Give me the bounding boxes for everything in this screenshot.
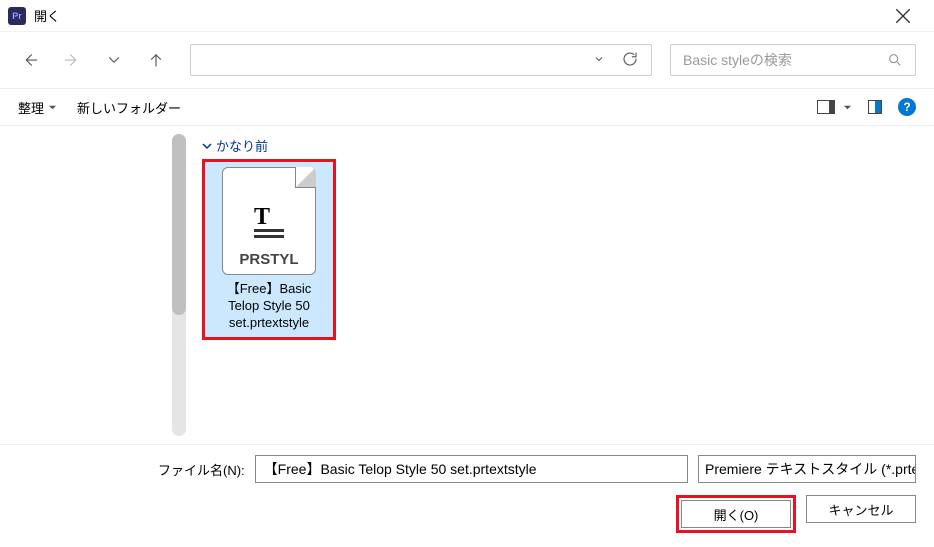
toolbar: 整理 新しいフォルダー ? <box>0 88 934 126</box>
chevron-down-icon <box>593 53 605 65</box>
text-style-icon: T <box>254 205 284 238</box>
caret-down-icon <box>843 103 852 112</box>
refresh-icon <box>621 50 639 68</box>
filename-input[interactable] <box>255 455 688 483</box>
chevron-down-icon <box>105 51 123 69</box>
new-folder-label: 新しいフォルダー <box>77 98 181 117</box>
chevron-down-icon <box>202 141 212 151</box>
search-box[interactable] <box>670 44 916 76</box>
nav-tree-panel[interactable] <box>0 126 172 444</box>
refresh-button[interactable] <box>617 50 643 71</box>
caret-down-icon <box>48 103 57 112</box>
preview-pane-button[interactable] <box>868 100 882 114</box>
preview-pane-icon <box>868 100 882 114</box>
cancel-button[interactable]: キャンセル <box>806 495 916 523</box>
up-button[interactable] <box>144 48 168 72</box>
nav-scrollbar[interactable] <box>172 134 186 436</box>
file-item-selected[interactable]: T PRSTYL 【Free】Basic Telop Style 50 set.… <box>202 159 336 340</box>
arrow-up-icon <box>147 51 165 69</box>
file-list-area[interactable]: かなり前 T PRSTYL 【Free】Basic Telop Style 50… <box>186 126 934 444</box>
organize-label: 整理 <box>18 98 44 117</box>
file-ext-label: PRSTYL <box>239 251 298 268</box>
address-dropdown[interactable] <box>593 52 605 68</box>
group-label: かなり前 <box>216 136 268 155</box>
arrow-right-icon <box>63 51 81 69</box>
help-button[interactable]: ? <box>898 98 916 116</box>
open-button[interactable]: 開く(O) <box>681 500 791 528</box>
open-button-highlight: 開く(O) <box>676 495 796 533</box>
close-button[interactable] <box>880 0 926 32</box>
new-folder-button[interactable]: 新しいフォルダー <box>77 98 181 117</box>
bottom-panel: ファイル名(N): Premiere テキストスタイル (*.prtext 開く… <box>0 444 934 547</box>
address-bar[interactable] <box>190 44 652 76</box>
file-thumbnail: T PRSTYL <box>222 167 316 275</box>
filename-row: ファイル名(N): Premiere テキストスタイル (*.prtext <box>18 455 916 483</box>
filter-select[interactable]: Premiere テキストスタイル (*.prtext <box>698 455 916 483</box>
file-name-label: 【Free】Basic Telop Style 50 set.prtextsty… <box>210 281 328 332</box>
recent-button[interactable] <box>102 48 126 72</box>
filter-label: Premiere テキストスタイル (*.prtext <box>705 459 916 479</box>
title-bar: Pr 開く <box>0 0 934 32</box>
forward-button[interactable] <box>60 48 84 72</box>
search-input[interactable] <box>683 52 887 68</box>
close-icon <box>894 7 912 25</box>
arrow-left-icon <box>21 51 39 69</box>
group-header[interactable]: かなり前 <box>202 136 918 155</box>
thumbnails-icon <box>817 100 835 114</box>
app-icon: Pr <box>8 7 26 25</box>
scrollbar-thumb[interactable] <box>172 134 186 315</box>
content-area: かなり前 T PRSTYL 【Free】Basic Telop Style 50… <box>0 126 934 444</box>
toolbar-right: ? <box>817 98 916 116</box>
window-title: 開く <box>34 6 880 25</box>
organize-button[interactable]: 整理 <box>18 98 57 117</box>
filename-label: ファイル名(N): <box>18 460 245 479</box>
nav-bar <box>0 32 934 88</box>
back-button[interactable] <box>18 48 42 72</box>
search-icon <box>887 52 903 68</box>
button-row: 開く(O) キャンセル <box>18 495 916 533</box>
view-button[interactable] <box>817 100 852 114</box>
